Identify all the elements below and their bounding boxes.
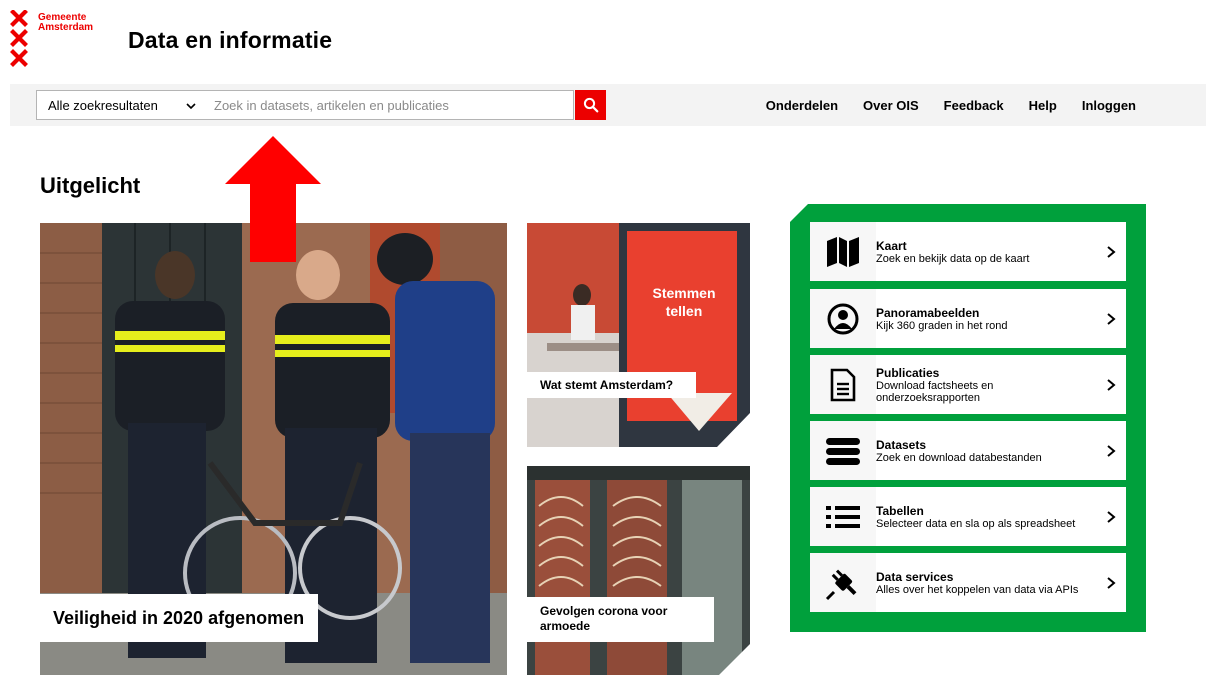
nav-link-help[interactable]: Help <box>1029 98 1057 113</box>
featured-card-veiligheid[interactable]: Veiligheid in 2020 afgenomen <box>40 223 507 675</box>
tile-subtitle: Alles over het koppelen van data via API… <box>876 583 1079 596</box>
quick-links-panel: Kaart Zoek en bekijk data op de kaart Pa… <box>790 204 1146 632</box>
stemmen-sign-line-1: Stemmen <box>652 285 715 301</box>
featured-card-label: Wat stemt Amsterdam? <box>527 372 696 398</box>
stemmen-sign-line-2: tellen <box>666 303 703 319</box>
chevron-right-icon <box>1096 487 1126 546</box>
document-icon <box>810 355 876 414</box>
database-icon <box>810 421 876 480</box>
logo-line-2: Amsterdam <box>38 22 94 33</box>
chevron-right-icon <box>1096 355 1126 414</box>
chevron-right-icon <box>1096 289 1126 348</box>
chevron-down-icon <box>186 103 196 110</box>
featured-card-verkiezingen[interactable]: Stemmen tellen Wat stemt Amsterdam? <box>527 223 750 447</box>
gemeente-amsterdam-logo[interactable]: Gemeente Amsterdam <box>10 10 100 70</box>
tile-subtitle: Zoek en bekijk data op de kaart <box>876 252 1030 265</box>
plug-icon <box>810 553 876 612</box>
tile-tabellen[interactable]: Tabellen Selecteer data en sla op als sp… <box>810 487 1126 546</box>
nav-link-inloggen[interactable]: Inloggen <box>1082 98 1136 113</box>
panorama-icon <box>810 289 876 348</box>
tile-subtitle: Kijk 360 graden in het rond <box>876 319 1008 332</box>
nav-link-onderdelen[interactable]: Onderdelen <box>766 98 838 113</box>
tile-subtitle: Download factsheets en onderzoeksrapport… <box>876 379 994 404</box>
search-icon <box>583 97 598 113</box>
tile-title: Panoramabeelden <box>876 305 980 320</box>
featured-heading: Uitgelicht <box>40 173 141 198</box>
tile-publicaties[interactable]: Publicaties Download factsheets en onder… <box>810 355 1126 414</box>
tile-subtitle: Selecteer data en sla op als spreadsheet <box>876 517 1076 530</box>
app-title[interactable]: Data en informatie <box>128 27 332 54</box>
featured-card-corona-armoede[interactable]: Gevolgen corona voor armoede <box>527 466 750 675</box>
search-button[interactable] <box>575 90 606 120</box>
vote-counting-photo: Stemmen tellen <box>527 223 750 447</box>
red-up-arrow-annotation <box>225 136 321 262</box>
map-icon <box>810 222 876 281</box>
tile-title: Datasets <box>876 437 927 452</box>
amsterdam-crosses-icon <box>10 10 30 68</box>
search-input[interactable] <box>207 90 574 120</box>
chevron-right-icon <box>1096 421 1126 480</box>
logo-text: Gemeente Amsterdam <box>38 13 93 33</box>
main-nav: Onderdelen Over OIS Feedback Help Inlogg… <box>741 84 1136 126</box>
featured-card-label: Veiligheid in 2020 afgenomen <box>40 594 319 642</box>
tile-kaart[interactable]: Kaart Zoek en bekijk data op de kaart <box>810 222 1126 281</box>
header: Gemeente Amsterdam Data en informatie <box>0 0 1206 84</box>
tile-title: Kaart <box>876 238 907 253</box>
search-scope-select[interactable]: Alle zoekresultaten <box>36 90 208 120</box>
tile-title: Tabellen <box>876 503 924 518</box>
tile-panoramabeelden[interactable]: Panoramabeelden Kijk 360 graden in het r… <box>810 289 1126 348</box>
nav-link-feedback[interactable]: Feedback <box>944 98 1004 113</box>
list-icon <box>810 487 876 546</box>
tile-subtitle: Zoek en download databestanden <box>876 451 1042 464</box>
tile-data-services[interactable]: Data services Alles over het koppelen va… <box>810 553 1126 612</box>
navbar: Alle zoekresultaten Onderdelen Over OIS … <box>10 84 1206 126</box>
search-scope-value: Alle zoekresultaten <box>48 97 158 113</box>
featured-card-label: Gevolgen corona voor armoede <box>527 597 714 642</box>
nav-link-over-ois[interactable]: Over OIS <box>863 98 919 113</box>
restaurant-chairs-photo <box>527 466 750 675</box>
tile-title: Data services <box>876 569 954 584</box>
tile-title: Publicaties <box>876 365 940 380</box>
chevron-right-icon <box>1096 222 1126 281</box>
tile-datasets[interactable]: Datasets Zoek en download databestanden <box>810 421 1126 480</box>
chevron-right-icon <box>1096 553 1126 612</box>
